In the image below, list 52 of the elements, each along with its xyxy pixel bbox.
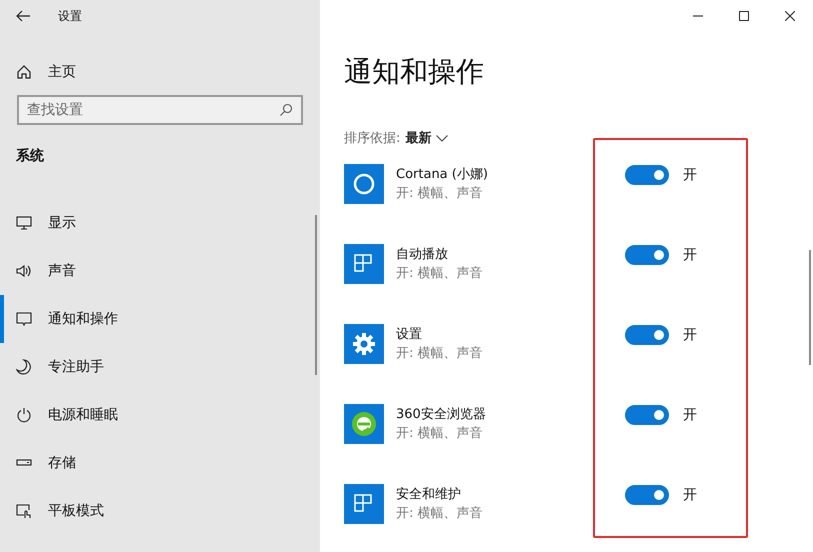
sidebar-item[interactable]: 存储 <box>0 439 320 487</box>
toggle-state: 开 <box>683 246 697 264</box>
app-tile-icon <box>344 164 384 204</box>
page-title: 通知和操作 <box>344 54 484 90</box>
app-name: 安全和维护 <box>396 486 462 504</box>
app-detail: 开: 横幅、声音 <box>396 425 484 443</box>
sidebar-item[interactable]: 显示 <box>0 199 320 247</box>
app-detail: 开: 横幅、声音 <box>396 505 484 523</box>
app-name: Cortana (小娜) <box>396 166 489 184</box>
window-title: 设置 <box>58 8 82 24</box>
toggle-switch[interactable] <box>625 325 669 345</box>
scrollbar[interactable] <box>315 215 317 375</box>
app-detail: 开: 横幅、声音 <box>396 345 484 363</box>
back-icon[interactable] <box>16 10 30 22</box>
sort-dropdown[interactable]: 最新 <box>405 129 432 147</box>
scrollbar[interactable] <box>809 250 811 365</box>
app-detail: 开: 横幅、声音 <box>396 265 484 283</box>
close-icon[interactable] <box>785 11 795 21</box>
sidebar-item[interactable]: 电源和睡眠 <box>0 391 320 439</box>
tablet-icon <box>16 503 32 519</box>
sidebar-item[interactable]: 声音 <box>0 247 320 295</box>
app-name: 360安全浏览器 <box>396 406 487 424</box>
search-field[interactable]: 查找设置 <box>17 95 303 125</box>
home-link[interactable]: 主页 <box>0 56 320 88</box>
app-name: 设置 <box>396 326 423 344</box>
monitor-icon <box>16 215 32 231</box>
section-heading: 系统 <box>15 147 45 165</box>
chevron-down-icon[interactable] <box>436 134 448 142</box>
power-icon <box>16 407 32 423</box>
speaker-icon <box>16 263 32 279</box>
moon-icon <box>16 359 32 375</box>
toggle-state: 开 <box>683 486 697 504</box>
gear-icon <box>344 324 384 364</box>
app-tile-icon <box>344 244 384 284</box>
toggle-state: 开 <box>683 326 697 344</box>
home-icon <box>16 64 32 80</box>
app-tile-icon <box>344 484 384 524</box>
sort-label: 排序依据: <box>344 130 400 147</box>
message-icon <box>16 311 32 327</box>
maximize-icon[interactable] <box>739 11 749 21</box>
toggle-switch[interactable] <box>625 405 669 425</box>
toggle-state: 开 <box>683 166 697 184</box>
toggle-switch[interactable] <box>625 245 669 265</box>
app-name: 自动播放 <box>396 246 449 264</box>
toggle-switch[interactable] <box>625 485 669 505</box>
toggle-switch[interactable] <box>625 165 669 185</box>
sidebar-item[interactable]: 通知和操作 <box>0 295 320 343</box>
sidebar-item[interactable]: 平板模式 <box>0 487 320 535</box>
sidebar-item[interactable]: 专注助手 <box>0 343 320 391</box>
search-icon <box>279 103 293 117</box>
toggle-state: 开 <box>683 406 697 424</box>
app-detail: 开: 横幅、声音 <box>396 185 484 203</box>
